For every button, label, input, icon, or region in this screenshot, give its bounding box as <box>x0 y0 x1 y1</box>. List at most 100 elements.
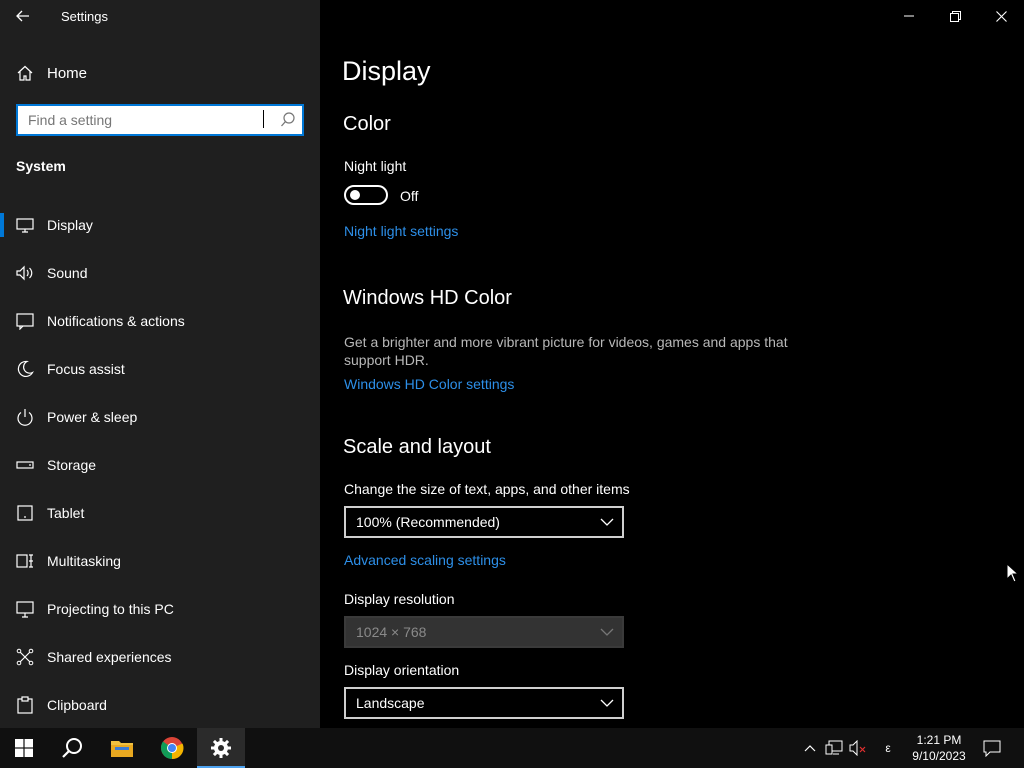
settings-taskbar-button[interactable] <box>197 728 245 768</box>
sidebar-item-label: Display <box>47 217 93 233</box>
sidebar-item-label: Focus assist <box>47 361 125 377</box>
search-icon[interactable] <box>280 111 296 129</box>
hd-color-settings-link[interactable]: Windows HD Color settings <box>344 376 514 392</box>
night-light-label: Night light <box>344 158 407 174</box>
volume-tray-button[interactable] <box>848 738 868 758</box>
title-bar: Settings <box>0 0 320 32</box>
projecting-icon <box>16 601 34 618</box>
sidebar-item-label: Projecting to this PC <box>47 601 174 617</box>
orientation-label: Display orientation <box>344 662 460 678</box>
notification-icon <box>16 313 34 330</box>
input-method-indicator[interactable]: ε <box>878 738 898 758</box>
resolution-dropdown[interactable]: 1024 × 768 <box>344 616 624 648</box>
home-label: Home <box>47 65 88 82</box>
color-heading: Color <box>343 113 391 135</box>
hd-color-heading: Windows HD Color <box>343 287 512 309</box>
close-icon <box>995 10 1007 22</box>
app-title: Settings <box>61 9 108 24</box>
sidebar-item-label: Multitasking <box>47 553 121 569</box>
clock[interactable]: 1:21 PM 9/10/2023 <box>906 732 972 764</box>
sidebar-item-label: Shared experiences <box>47 649 172 665</box>
restore-button[interactable] <box>932 0 978 32</box>
network-icon <box>825 740 843 755</box>
sidebar-item-shared-experiences[interactable]: Shared experiences <box>0 636 320 684</box>
back-arrow-icon <box>16 10 29 22</box>
start-button[interactable] <box>0 728 48 768</box>
sidebar-item-clipboard[interactable]: Clipboard <box>0 684 320 732</box>
resolution-label: Display resolution <box>344 591 455 607</box>
search-icon <box>62 738 82 758</box>
clipboard-icon <box>17 696 33 714</box>
sidebar-item-label: Notifications & actions <box>47 313 185 329</box>
chevron-up-icon <box>804 745 816 752</box>
action-center-button[interactable] <box>982 738 1002 758</box>
chevron-down-icon <box>600 628 614 636</box>
sidebar-item-power-sleep[interactable]: Power & sleep <box>0 396 320 444</box>
advanced-scaling-link[interactable]: Advanced scaling settings <box>344 552 506 568</box>
home-icon <box>17 65 33 81</box>
sidebar-item-tablet[interactable]: Tablet <box>0 492 320 540</box>
minimize-button[interactable] <box>886 0 932 32</box>
gear-icon <box>211 738 231 758</box>
speaker-icon <box>16 265 33 281</box>
night-light-state: Off <box>400 188 419 204</box>
sidebar-item-multitasking[interactable]: Multitasking <box>0 540 320 588</box>
file-explorer-button[interactable] <box>98 728 146 768</box>
search-input[interactable] <box>28 111 258 129</box>
mouse-cursor-icon <box>1006 563 1018 583</box>
folder-icon <box>111 741 133 757</box>
sidebar-item-focus-assist[interactable]: Focus assist <box>0 348 320 396</box>
night-light-toggle[interactable] <box>344 185 388 205</box>
sidebar-item-label: Tablet <box>47 505 85 521</box>
chevron-down-icon <box>600 518 614 526</box>
search-box[interactable] <box>16 104 304 136</box>
scale-dropdown[interactable]: 100% (Recommended) <box>344 506 624 538</box>
windows-logo-icon <box>15 739 33 757</box>
chevron-down-icon <box>600 699 614 707</box>
clock-time: 1:21 PM <box>916 733 962 747</box>
sidebar-item-notifications[interactable]: Notifications & actions <box>0 300 320 348</box>
minimize-icon <box>904 15 914 17</box>
sidebar-item-storage[interactable]: Storage <box>0 444 320 492</box>
orientation-dropdown[interactable]: Landscape <box>344 687 624 719</box>
taskbar-search-button[interactable] <box>48 728 96 768</box>
tablet-icon <box>17 505 33 521</box>
text-caret <box>263 110 264 128</box>
sidebar-item-label: Power & sleep <box>47 409 138 425</box>
page-title: Display <box>342 56 431 86</box>
chrome-icon <box>160 737 184 760</box>
sidebar-item-display[interactable]: Display <box>0 204 320 252</box>
scale-size-label: Change the size of text, apps, and other… <box>344 481 630 497</box>
multitasking-icon <box>16 554 33 568</box>
chrome-button[interactable] <box>148 728 196 768</box>
sidebar-item-label: Clipboard <box>47 697 107 713</box>
scale-layout-heading: Scale and layout <box>343 436 491 458</box>
scale-value: 100% (Recommended) <box>356 514 500 530</box>
storage-icon <box>16 461 34 469</box>
show-hidden-icons-button[interactable] <box>800 738 820 758</box>
resolution-value: 1024 × 768 <box>356 624 427 640</box>
back-button[interactable] <box>8 4 38 28</box>
night-light-settings-link[interactable]: Night light settings <box>344 223 458 239</box>
power-icon <box>17 409 33 426</box>
speaker-muted-icon <box>849 740 866 756</box>
close-button[interactable] <box>978 0 1024 32</box>
sidebar-item-sound[interactable]: Sound <box>0 252 320 300</box>
toggle-knob <box>350 190 360 200</box>
sidebar: Settings Home System Display Sound Notif… <box>0 0 320 728</box>
notification-icon <box>983 740 1001 757</box>
moon-icon <box>17 360 34 377</box>
main-content: Display Color Night light Off Night ligh… <box>320 0 1024 728</box>
sidebar-item-projecting[interactable]: Projecting to this PC <box>0 588 320 636</box>
monitor-icon <box>16 218 34 233</box>
section-title: System <box>16 158 66 174</box>
taskbar: ε 1:21 PM 9/10/2023 <box>0 728 1024 768</box>
sidebar-item-label: Storage <box>47 457 97 473</box>
clock-date: 9/10/2023 <box>912 749 966 763</box>
sidebar-nav: Display Sound Notifications & actions Fo… <box>0 204 320 732</box>
network-tray-button[interactable] <box>824 738 844 758</box>
sidebar-item-label: Sound <box>47 265 88 281</box>
hd-color-description: Get a brighter and more vibrant picture … <box>344 334 788 368</box>
home-nav-item[interactable]: Home <box>0 56 320 90</box>
restore-icon <box>949 10 961 22</box>
